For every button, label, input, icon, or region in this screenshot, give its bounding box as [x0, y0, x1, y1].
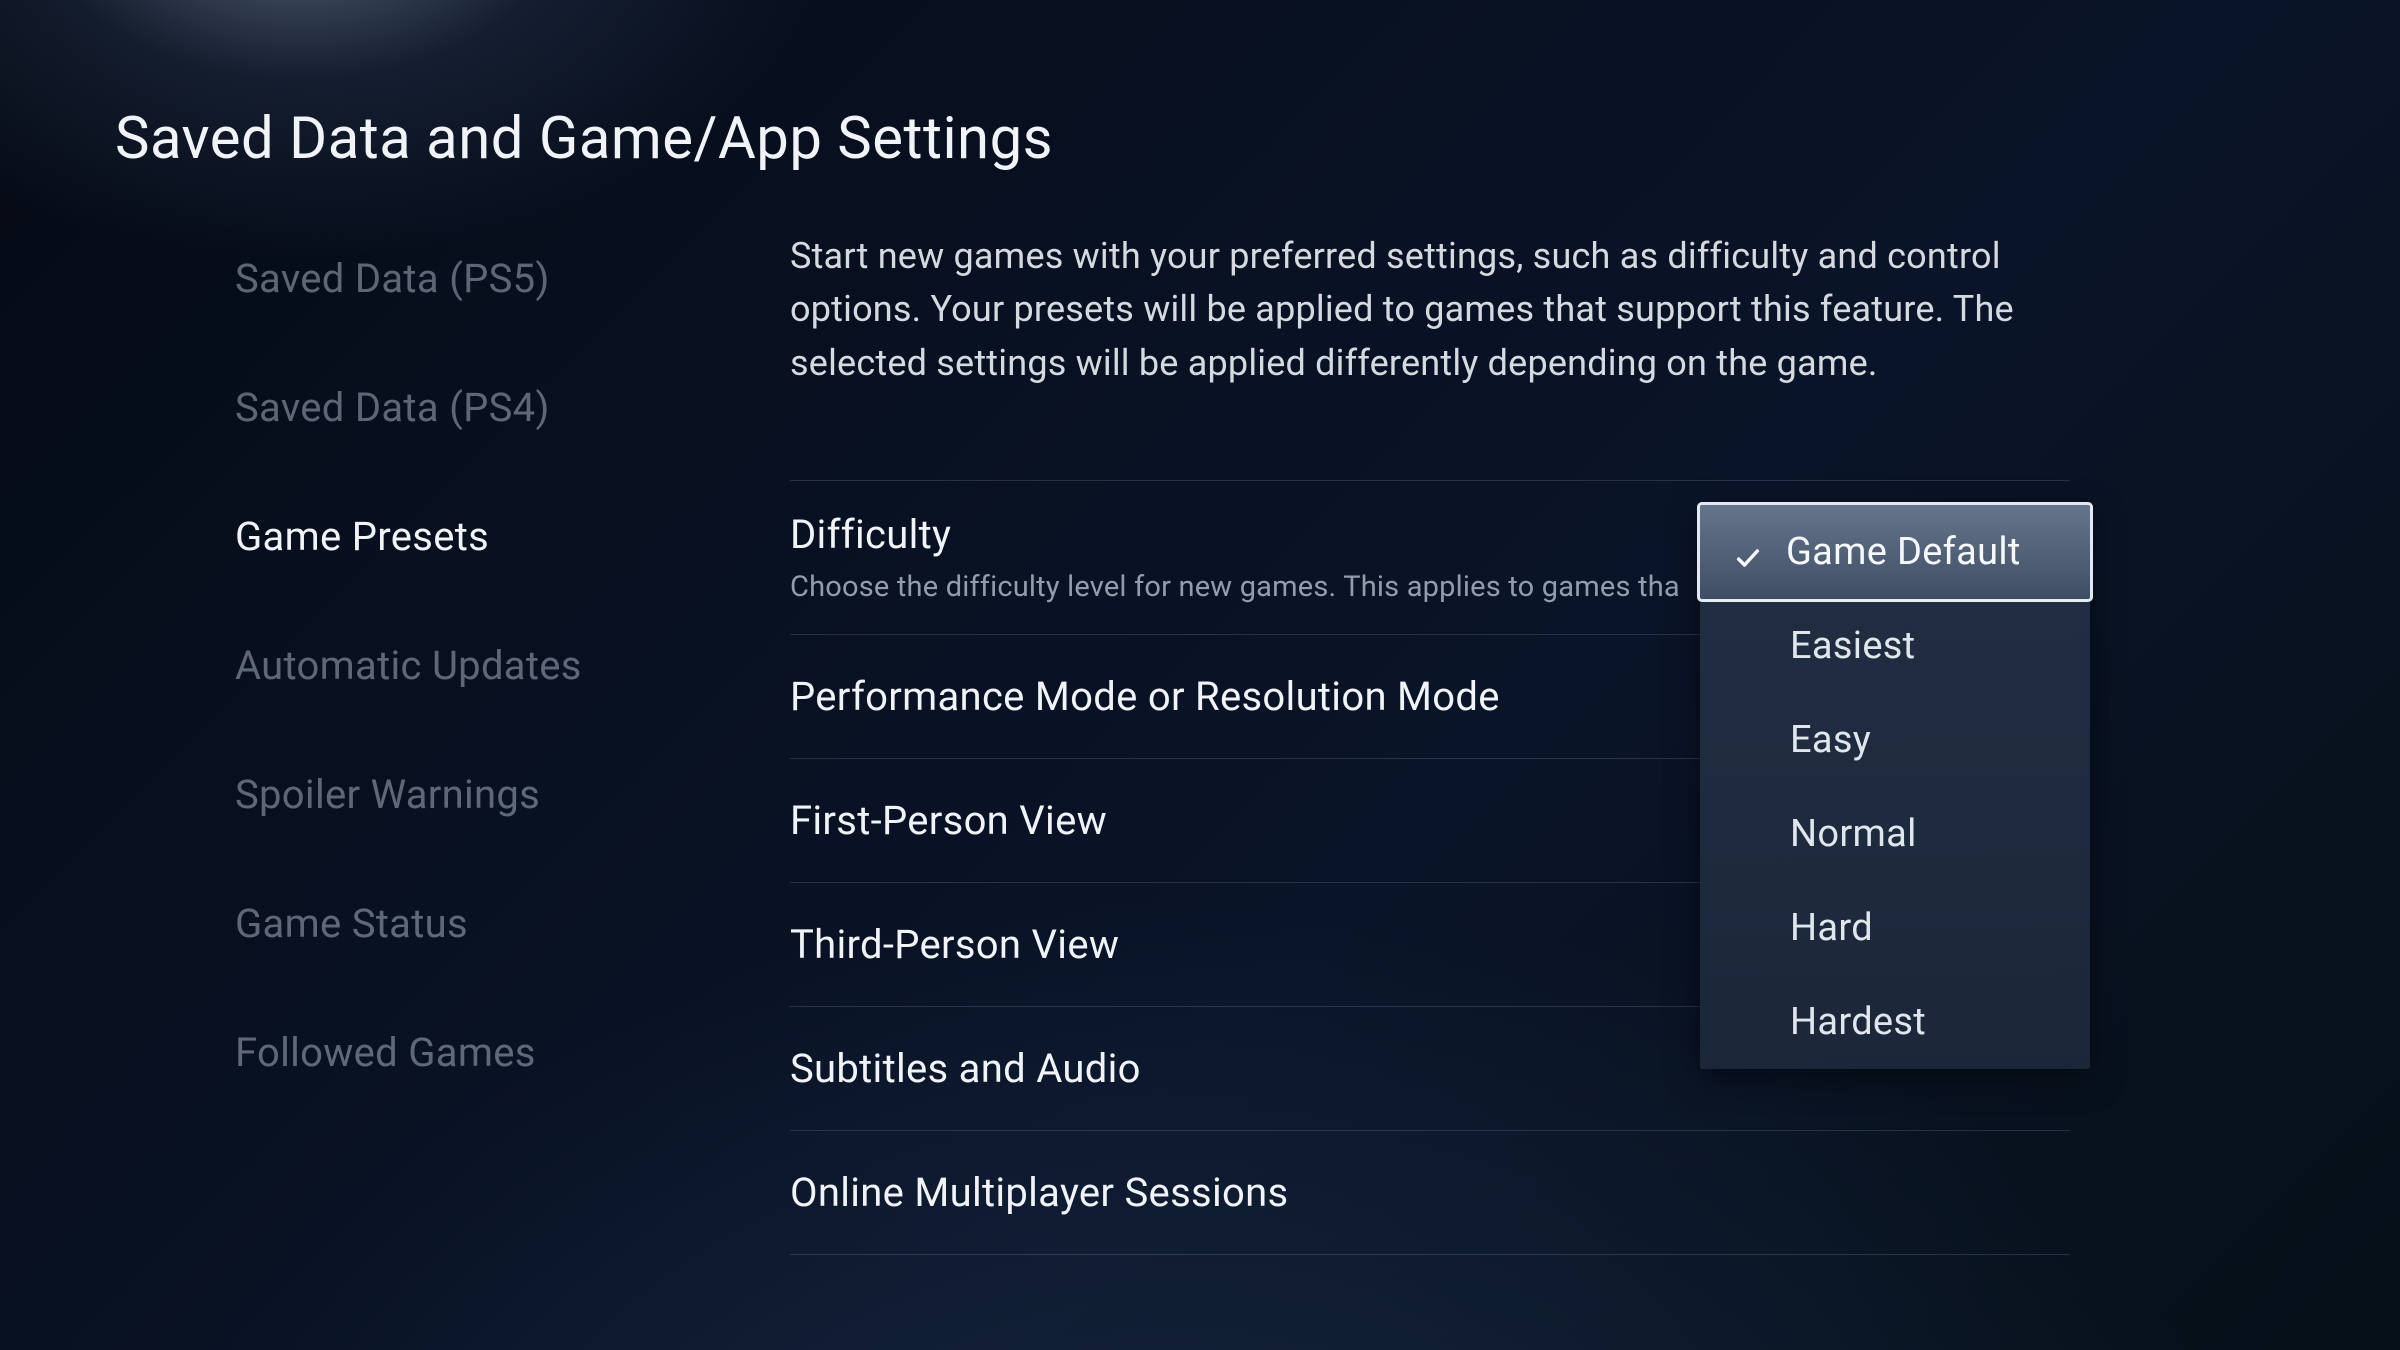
dropdown-option-easy[interactable]: Easy	[1700, 693, 2090, 787]
dropdown-option-normal[interactable]: Normal	[1700, 787, 2090, 881]
sidebar-item-game-status[interactable]: Game Status	[235, 900, 695, 947]
dropdown-option-hardest[interactable]: Hardest	[1700, 975, 2090, 1069]
sidebar-item-saved-data-ps5[interactable]: Saved Data (PS5)	[235, 255, 695, 302]
sidebar-item-spoiler-warnings[interactable]: Spoiler Warnings	[235, 771, 695, 818]
page-title: Saved Data and Game/App Settings	[115, 105, 1053, 173]
page-description: Start new games with your preferred sett…	[790, 230, 2070, 390]
sidebar-item-followed-games[interactable]: Followed Games	[235, 1029, 695, 1076]
sidebar-item-automatic-updates[interactable]: Automatic Updates	[235, 642, 695, 689]
setting-title: Online Multiplayer Sessions	[790, 1169, 2070, 1216]
dropdown-option-label: Game Default	[1786, 530, 2021, 574]
setting-row-online-multiplayer[interactable]: Online Multiplayer Sessions	[790, 1131, 2070, 1255]
dropdown-option-hard[interactable]: Hard	[1700, 881, 2090, 975]
dropdown-option-easiest[interactable]: Easiest	[1700, 599, 2090, 693]
sidebar-item-saved-data-ps4[interactable]: Saved Data (PS4)	[235, 384, 695, 431]
difficulty-dropdown: Game Default Easiest Easy Normal Hard Ha…	[1700, 505, 2090, 1069]
sidebar: Saved Data (PS5) Saved Data (PS4) Game P…	[235, 255, 695, 1158]
dropdown-option-game-default[interactable]: Game Default	[1697, 502, 2093, 602]
check-icon	[1734, 538, 1762, 566]
sidebar-item-game-presets[interactable]: Game Presets	[235, 513, 695, 560]
